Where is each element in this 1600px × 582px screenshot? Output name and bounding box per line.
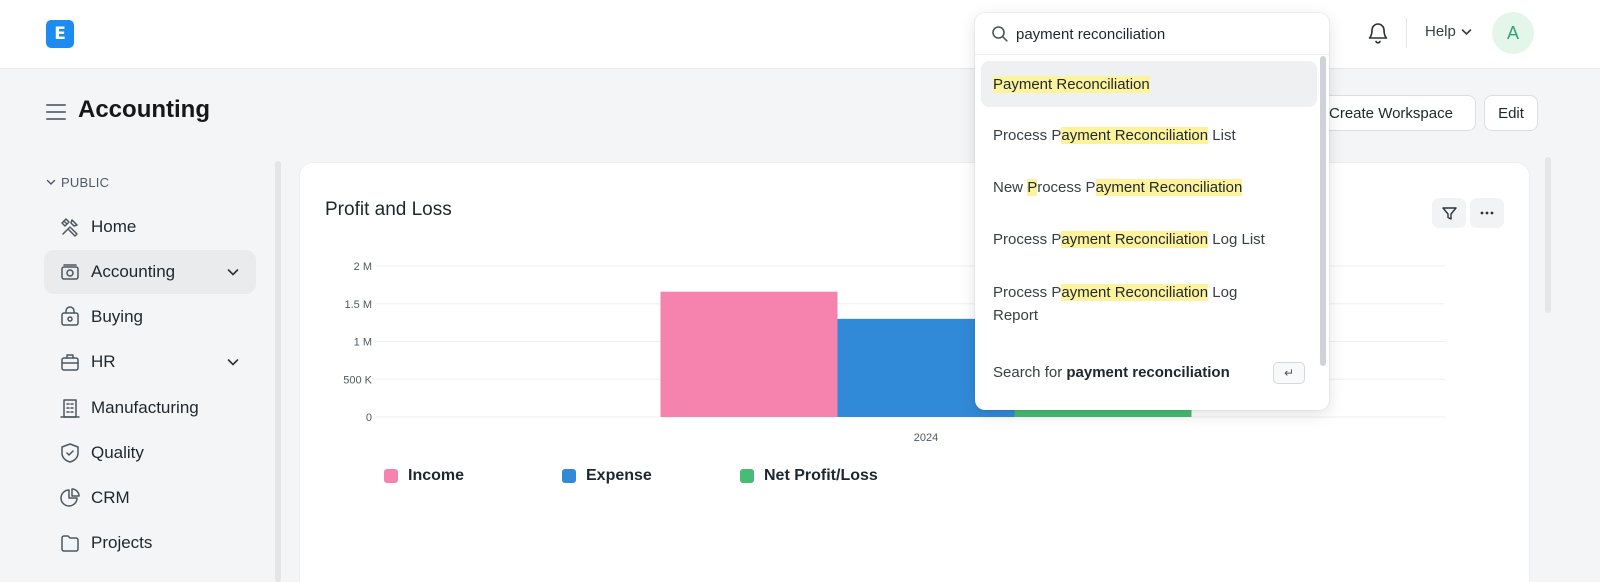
search-result-label: Process Payment Reconciliation Log List bbox=[993, 231, 1265, 248]
search-result-item[interactable]: Process Payment Reconciliation List bbox=[981, 124, 1317, 147]
sidebar-toggle-menu-icon[interactable] bbox=[46, 104, 66, 120]
sidebar-item-accounting[interactable]: Accounting bbox=[44, 250, 256, 294]
bar-income bbox=[660, 291, 838, 417]
search-input[interactable] bbox=[1016, 21, 1316, 47]
legend-item[interactable]: Expense bbox=[562, 467, 652, 485]
sidebar-item-label: Home bbox=[91, 217, 137, 236]
sidebar-section-label: PUBLIC bbox=[61, 175, 110, 190]
sidebar-item-quality[interactable]: Quality bbox=[44, 431, 256, 475]
sidebar-section-public[interactable]: PUBLIC bbox=[46, 175, 109, 190]
card-title: Profit and Loss bbox=[325, 199, 452, 220]
search-bar bbox=[975, 13, 1329, 55]
enter-key-icon: ↵ bbox=[1283, 366, 1295, 380]
buying-icon bbox=[61, 306, 79, 326]
search-result-item[interactable]: New Process Payment Reconciliation bbox=[981, 176, 1317, 199]
y-tick-label: 1 M bbox=[354, 337, 372, 349]
avatar[interactable]: A bbox=[1492, 12, 1534, 54]
search-match-highlight: Payment Reconciliation bbox=[993, 75, 1150, 93]
search-results-scrollbar[interactable] bbox=[1320, 56, 1326, 366]
sidebar-item-label: Quality bbox=[91, 443, 144, 462]
page-title: Accounting bbox=[78, 96, 210, 123]
quality-icon bbox=[61, 443, 79, 463]
search-match-highlight: ayment Reconciliation bbox=[1061, 231, 1209, 248]
search-match-highlight: ayment Reconciliation bbox=[1095, 179, 1243, 196]
search-result-item[interactable]: Process Payment Reconciliation Log Repor… bbox=[981, 281, 1317, 327]
search-match-highlight: P bbox=[1027, 179, 1038, 196]
legend-label: Net Profit/Loss bbox=[764, 467, 878, 484]
more-options-button[interactable] bbox=[1470, 198, 1504, 228]
filter-button[interactable] bbox=[1432, 198, 1466, 228]
sidebar-item-crm[interactable]: CRM bbox=[44, 476, 256, 520]
search-match-highlight: ayment Reconciliation bbox=[1061, 127, 1209, 144]
search-result-label: Process Payment Reconciliation Log Repor… bbox=[993, 281, 1273, 327]
sidebar-item-hr[interactable]: HR bbox=[44, 340, 256, 384]
hr-icon bbox=[61, 354, 79, 371]
navbar: E Help A bbox=[0, 0, 1600, 69]
legend-item[interactable]: Net Profit/Loss bbox=[740, 467, 878, 485]
sidebar-scrollbar[interactable] bbox=[275, 161, 281, 582]
folder-icon bbox=[61, 535, 79, 552]
sidebar-item-manufacturing[interactable]: Manufacturing bbox=[44, 386, 256, 430]
y-tick-label: 500 K bbox=[343, 374, 372, 386]
search-dropdown: Payment ReconciliationProcess Payment Re… bbox=[975, 13, 1329, 410]
chevron-down-icon[interactable] bbox=[226, 355, 240, 369]
search-for-prefix: Search for bbox=[993, 364, 1067, 381]
sidebar-item-home[interactable]: Home bbox=[44, 205, 256, 249]
search-result-item[interactable]: Payment Reconciliation bbox=[981, 61, 1317, 107]
search-for-term: payment reconciliation bbox=[1066, 364, 1230, 381]
legend-swatch bbox=[740, 469, 754, 483]
create-workspace-button[interactable]: Create Workspace bbox=[1314, 95, 1476, 131]
main-scrollbar[interactable] bbox=[1545, 157, 1551, 313]
search-result-label: Process Payment Reconciliation List bbox=[993, 127, 1236, 144]
crm-icon bbox=[60, 488, 80, 507]
chevron-down-icon bbox=[1461, 28, 1472, 35]
enter-key-badge: ↵ bbox=[1273, 362, 1305, 384]
notification-bell-icon[interactable] bbox=[1366, 20, 1390, 46]
y-tick-label: 0 bbox=[366, 412, 372, 424]
search-for-option[interactable]: Search for payment reconciliation bbox=[993, 364, 1230, 381]
search-match-highlight: ayment Reconciliation bbox=[1061, 284, 1209, 301]
sidebar-item-buying[interactable]: Buying bbox=[44, 295, 256, 339]
search-result-item[interactable]: Process Payment Reconciliation Log List bbox=[981, 228, 1317, 251]
search-result-text: List bbox=[1208, 127, 1236, 144]
search-result-text: New bbox=[993, 179, 1028, 196]
search-icon bbox=[992, 26, 1008, 42]
app-logo[interactable]: E bbox=[46, 20, 74, 48]
help-label: Help bbox=[1425, 23, 1456, 40]
edit-button[interactable]: Edit bbox=[1484, 95, 1538, 131]
help-dropdown[interactable]: Help bbox=[1425, 23, 1472, 40]
sidebar-item-label: Projects bbox=[91, 533, 153, 552]
sidebar-item-label: Buying bbox=[91, 307, 143, 326]
sidebar-item-label: CRM bbox=[91, 488, 130, 507]
sidebar-item-projects[interactable]: Projects bbox=[44, 521, 256, 565]
legend-swatch bbox=[384, 469, 398, 483]
legend-label: Income bbox=[408, 467, 465, 484]
sidebar-item-label: Manufacturing bbox=[91, 398, 199, 417]
legend-swatch bbox=[562, 469, 576, 483]
legend-item[interactable]: Income bbox=[384, 467, 464, 485]
search-result-text: Process P bbox=[993, 284, 1062, 301]
x-tick-label: 2024 bbox=[914, 432, 938, 444]
sidebar-item-label: Accounting bbox=[91, 262, 176, 281]
search-result-text: Process P bbox=[993, 231, 1062, 248]
filter-icon bbox=[1441, 206, 1457, 220]
y-tick-label: 1.5 M bbox=[344, 299, 372, 311]
chevron-down-icon[interactable] bbox=[226, 265, 240, 279]
search-result-text: Log List bbox=[1208, 231, 1265, 248]
search-result-label: Payment Reconciliation bbox=[993, 73, 1150, 96]
search-result-text: rocess P bbox=[1037, 179, 1096, 196]
search-result-label: New Process Payment Reconciliation bbox=[993, 179, 1243, 196]
legend-label: Expense bbox=[586, 467, 652, 484]
chevron-down-icon bbox=[46, 179, 56, 185]
y-tick-label: 2 M bbox=[354, 261, 372, 273]
search-result-text: Process P bbox=[993, 127, 1062, 144]
accounting-icon bbox=[61, 264, 79, 280]
nav-divider bbox=[1406, 18, 1407, 48]
more-horizontal-icon bbox=[1480, 211, 1494, 215]
building-icon bbox=[60, 399, 80, 418]
tools-icon bbox=[61, 218, 78, 237]
sidebar-item-label: HR bbox=[91, 352, 116, 371]
